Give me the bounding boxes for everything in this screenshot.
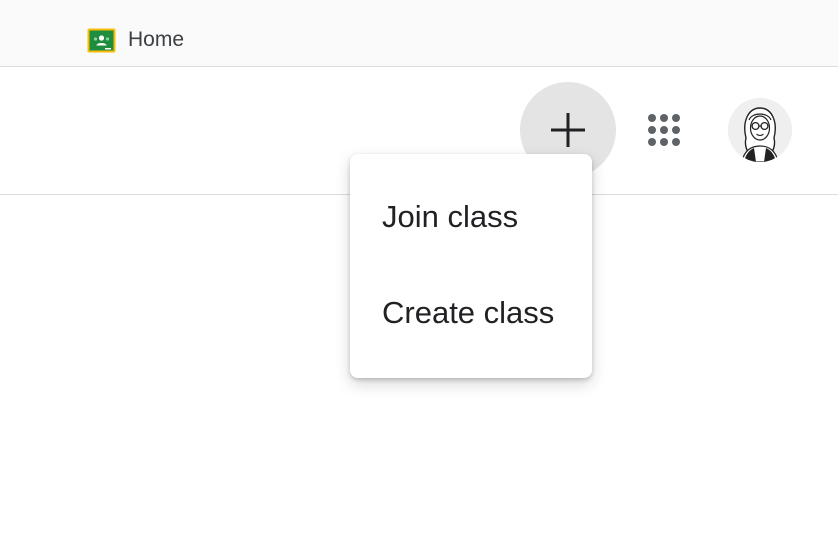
tab-home[interactable]: Home	[87, 26, 184, 54]
apps-grid-icon	[648, 114, 680, 146]
menu-item-join-class[interactable]: Join class	[350, 170, 592, 266]
google-classroom-icon	[87, 28, 116, 52]
plus-icon	[551, 113, 585, 147]
avatar-portrait-icon	[728, 98, 792, 162]
tab-title: Home	[128, 28, 185, 51]
browser-tab-bar: Home	[0, 0, 838, 67]
apps-button[interactable]	[640, 106, 688, 154]
user-avatar[interactable]	[728, 98, 792, 162]
menu-item-create-class[interactable]: Create class	[350, 266, 592, 362]
add-class-menu: Join class Create class	[350, 154, 592, 378]
